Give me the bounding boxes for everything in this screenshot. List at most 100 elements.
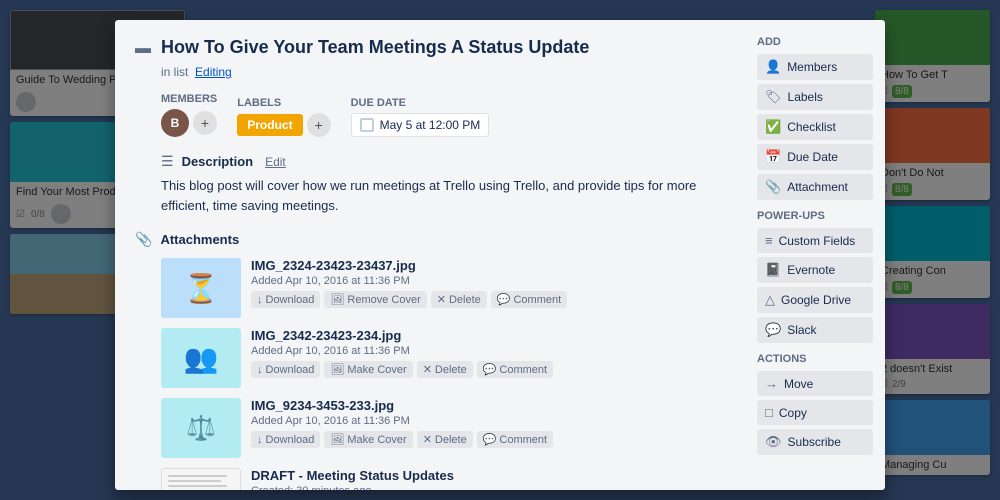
attachment-info: DRAFT - Meeting Status Updates Created: … <box>251 468 729 490</box>
description-text: This blog post will cover how we run mee… <box>161 176 729 215</box>
google-drive-button[interactable]: △ Google Drive <box>757 287 873 313</box>
comment-icon: 💬 <box>497 293 511 306</box>
members-row: B + <box>161 109 217 137</box>
x-icon: ✕ <box>423 363 432 376</box>
evernote-button[interactable]: 📓 Evernote <box>757 257 873 283</box>
modal-overlay[interactable]: ▬ How To Give Your Team Meetings A Statu… <box>0 0 1000 500</box>
add-checklist-button[interactable]: ✅ Checklist <box>757 114 873 140</box>
list-name-link[interactable]: Editing <box>195 65 232 79</box>
attachment-item: ⚖️ IMG_9234-3453-233.jpg Added Apr 10, 2… <box>161 398 729 458</box>
attachment-info: IMG_9234-3453-233.jpg Added Apr 10, 2016… <box>251 398 729 458</box>
x-icon: ✕ <box>423 433 432 446</box>
modal-meta: Members B + Labels Product + <box>161 93 729 137</box>
make-cover-button[interactable]: 🖼 Make Cover <box>324 361 412 378</box>
modal-main: ▬ How To Give Your Team Meetings A Statu… <box>115 20 745 490</box>
scale-icon: ⚖️ <box>186 414 216 443</box>
description-section: ☰ Description Edit This blog post will c… <box>161 153 729 215</box>
comment-button[interactable]: 💬 Comment <box>477 361 553 378</box>
labels-group: Labels Product + <box>237 97 330 137</box>
image-icon: 🖼 <box>330 433 344 446</box>
calendar-icon: 📅 <box>765 149 781 165</box>
modal-header: ▬ How To Give Your Team Meetings A Statu… <box>135 36 729 59</box>
modal-title: How To Give Your Team Meetings A Status … <box>161 36 589 59</box>
label-tag[interactable]: Product <box>237 114 302 136</box>
edit-description-link[interactable]: Edit <box>265 155 286 169</box>
attachment-date: Added Apr 10, 2016 at 11:36 PM <box>251 275 729 287</box>
move-button[interactable]: → Move <box>757 371 873 396</box>
board-background: Guide To Wedding Planning Find Your Most… <box>0 0 1000 500</box>
custom-fields-icon: ≡ <box>765 233 773 248</box>
due-date-group: Due Date May 5 at 12:00 PM <box>351 97 490 137</box>
attachment-name: DRAFT - Meeting Status Updates <box>251 468 729 483</box>
download-icon: ↓ <box>257 434 263 446</box>
image-icon: 🖼 <box>330 293 344 306</box>
remove-cover-button[interactable]: 🖼 Remove Cover <box>324 291 426 308</box>
attachment-date: Added Apr 10, 2016 at 11:36 PM <box>251 345 729 357</box>
due-date-value: May 5 at 12:00 PM <box>380 118 481 132</box>
delete-button[interactable]: ✕ Delete <box>417 431 473 448</box>
add-member-button[interactable]: + <box>193 111 217 135</box>
attachment-date: Added Apr 10, 2016 at 11:36 PM <box>251 415 729 427</box>
slack-label: Slack <box>787 323 816 337</box>
modal-sidebar: Add 👤 Members 🏷 Labels ✅ Checklist 📅 Due… <box>745 20 885 490</box>
person-icon: 👤 <box>765 59 781 75</box>
download-icon: ↓ <box>257 364 263 376</box>
add-due-date-button[interactable]: 📅 Due Date <box>757 144 873 170</box>
add-attachment-button[interactable]: 📎 Attachment <box>757 174 873 200</box>
attachment-thumbnail: ⏳ <box>161 258 241 318</box>
add-members-button[interactable]: 👤 Members <box>757 54 873 80</box>
attachments-section: 📎 Attachments ⏳ IMG_2324-23423-23437.jpg… <box>135 231 729 490</box>
attachment-item: DRAFT - Meeting Status Updates Created: … <box>161 468 729 490</box>
make-cover-button[interactable]: 🖼 Make Cover <box>324 431 412 448</box>
delete-button[interactable]: ✕ Delete <box>417 361 473 378</box>
doc-line <box>168 480 221 482</box>
due-date-picker[interactable]: May 5 at 12:00 PM <box>351 113 490 137</box>
attachment-name: IMG_2324-23423-23437.jpg <box>251 258 729 273</box>
attachments-title: Attachments <box>160 232 239 247</box>
attachment-name: IMG_2342-23423-234.jpg <box>251 328 729 343</box>
team-icon: 👥 <box>184 342 219 375</box>
subscribe-label: Subscribe <box>788 435 841 449</box>
image-icon: 🖼 <box>330 363 344 376</box>
comment-icon: 💬 <box>483 363 497 376</box>
add-due-date-label: Due Date <box>787 150 838 164</box>
card-icon: ▬ <box>135 40 151 58</box>
attachment-thumbnail: 👥 <box>161 328 241 388</box>
download-icon: ↓ <box>257 294 263 306</box>
add-label-button[interactable]: + <box>307 113 331 137</box>
add-labels-label: Labels <box>788 90 823 104</box>
hourglass-icon: ⏳ <box>184 272 219 305</box>
delete-button[interactable]: ✕ Delete <box>431 291 487 308</box>
move-icon: → <box>765 376 778 391</box>
add-attachment-label: Attachment <box>787 180 848 194</box>
attachment-name: IMG_9234-3453-233.jpg <box>251 398 729 413</box>
attachment-date: Created: 39 minutes ago Modified: 35 min… <box>251 485 729 490</box>
attachment-thumbnail <box>161 468 241 490</box>
download-button[interactable]: ↓ Download <box>251 361 320 378</box>
attachment-actions: ↓ Download 🖼 Remove Cover ✕ Delete 💬 Com… <box>251 291 729 308</box>
copy-button[interactable]: □ Copy <box>757 400 873 425</box>
attachments-header: 📎 Attachments <box>135 231 729 248</box>
attachment-info: IMG_2342-23423-234.jpg Added Apr 10, 201… <box>251 328 729 388</box>
due-date-label: Due Date <box>351 97 490 109</box>
slack-button[interactable]: 💬 Slack <box>757 317 873 343</box>
download-button[interactable]: ↓ Download <box>251 431 320 448</box>
members-label: Members <box>161 93 217 105</box>
comment-button[interactable]: 💬 Comment <box>477 431 553 448</box>
custom-fields-button[interactable]: ≡ Custom Fields <box>757 228 873 253</box>
comment-button[interactable]: 💬 Comment <box>491 291 567 308</box>
add-labels-button[interactable]: 🏷 Labels <box>757 84 873 110</box>
add-checklist-label: Checklist <box>787 120 836 134</box>
powerups-section-title: Power-Ups <box>757 210 873 222</box>
actions-section-title: Actions <box>757 353 873 365</box>
google-drive-label: Google Drive <box>781 293 851 307</box>
avatar: B <box>161 109 189 137</box>
attachment-item: 👥 IMG_2342-23423-234.jpg Added Apr 10, 2… <box>161 328 729 388</box>
download-button[interactable]: ↓ Download <box>251 291 320 308</box>
attachment-item: ⏳ IMG_2324-23423-23437.jpg Added Apr 10,… <box>161 258 729 318</box>
subscribe-button[interactable]: 👁 Subscribe <box>757 429 873 455</box>
custom-fields-label: Custom Fields <box>779 234 856 248</box>
members-group: Members B + <box>161 93 217 137</box>
label-icon: 🏷 <box>765 89 782 105</box>
due-date-checkbox[interactable] <box>360 118 374 132</box>
